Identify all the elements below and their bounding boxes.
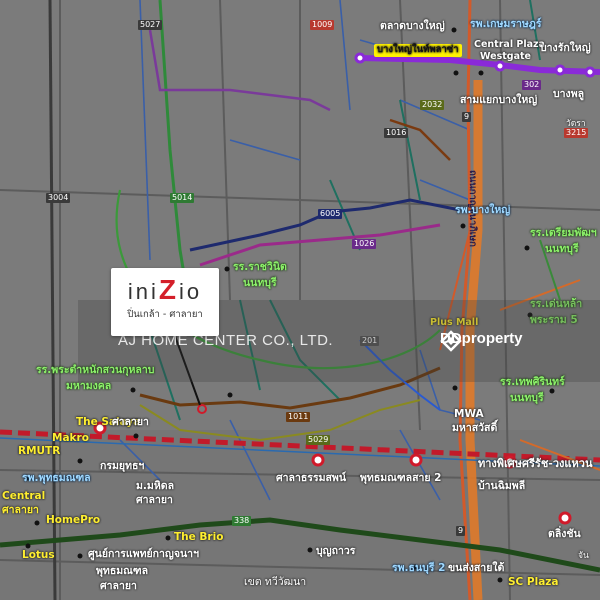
label-phra-tamnak-1: รร.พระตำหนักสวนกุหลาบ <box>36 364 155 376</box>
label-southern-bus-terminal: ขนส่งสายใต้ <box>448 562 505 574</box>
label-expressway: ทางพิเศษศรีรัช-วงแหวน <box>478 457 593 470</box>
route-1011-shield: 1011 <box>286 412 311 423</box>
label-phuttamonthon-hospital: รพ.พุทธมณฑล <box>22 472 91 484</box>
label-taling-chan: ตลิ่งชัน <box>548 528 581 540</box>
label-ratchawinit-1: รร.ราชวินิต <box>233 261 287 273</box>
map[interactable]: 5027 1009 1016 2032 3004 5014 6005 1026 … <box>0 0 600 600</box>
route-3004-shield: 3004 <box>46 193 71 204</box>
project-logo-subtitle: ปิ่นเกล้า - ศาลายา <box>127 309 203 320</box>
label-sc-plaza: SC Plaza <box>508 576 559 588</box>
label-thepsirin-1: รร.เทพศิรินทร์ <box>500 376 565 388</box>
label-bang-yai-intl: บางใหญ่ในท์พลาซ่า <box>374 44 462 57</box>
label-the-brio: The Brio <box>174 531 224 543</box>
label-kasemrad: รพ.เกษมราษฎร์ <box>470 18 542 30</box>
route-9-shield-south: 9 <box>456 526 466 537</box>
label-krom-yutha: กรมยุทธฯ <box>100 460 145 472</box>
label-triam-2: นนทบุรี <box>545 243 579 255</box>
taling-chan-station-marker <box>558 511 572 525</box>
label-wat-rat: วัดรา <box>566 119 586 129</box>
label-bang-phlu: บางพลู <box>553 88 585 100</box>
route-1016-shield: 1016 <box>384 128 409 139</box>
sala-thammasop-station-marker <box>311 453 325 467</box>
label-sala-thammasop: ศาลาธรรมสพน์ <box>276 472 347 484</box>
route-5029-shield: 5029 <box>306 435 331 446</box>
label-chan: จัน <box>578 551 589 561</box>
label-talat-bang-yai: ตลาดบางใหญ่ <box>380 20 445 32</box>
mrt-bang-yai-marker <box>354 52 366 64</box>
ddproperty-logo-icon <box>440 330 462 352</box>
mrt-bang-rak-yai-marker <box>554 64 566 76</box>
route-1009-shield: 1009 <box>310 20 335 31</box>
label-medical-3: ศาลายา <box>100 580 137 592</box>
label-lotus: Lotus <box>22 549 55 561</box>
label-phutthamonthon-sai-2: พุทธมณฑลสาย 2 <box>360 472 442 484</box>
route-1026-shield: 1026 <box>352 239 377 250</box>
label-makro: Makro <box>52 432 89 444</box>
label-mwa-1: MWA <box>454 408 484 420</box>
project-logo[interactable]: iniZio ปิ่นเกล้า - ศาลายา <box>111 268 219 336</box>
label-phra-tamnak-2: มหามงคล <box>66 380 112 392</box>
label-ratchawinit-2: นนทบุรี <box>243 277 277 289</box>
label-mahidol-1: ม.มหิดล <box>136 480 175 492</box>
label-salaya: ศาลายา <box>112 416 149 428</box>
label-mahidol-2: ศาลายา <box>136 494 173 506</box>
label-hosp-bang-yai: รพ.บางใหญ่ <box>455 204 511 216</box>
label-rmutr: RMUTR <box>18 445 61 457</box>
ddproperty-watermark: DDproperty <box>440 330 523 352</box>
route-2032-shield: 2032 <box>420 100 445 111</box>
label-ban-chim-phli: บ้านฉิมพลี <box>478 480 526 492</box>
label-central-salaya-2: ศาลายา <box>2 504 39 516</box>
label-thonburi-2-hospital: รพ.ธนบุรี 2 <box>392 562 446 574</box>
route-338-shield: 338 <box>232 516 252 527</box>
label-medical-1: ศูนย์การแพทย์กาญจนาฯ <box>88 548 199 560</box>
phutthamonthon-2-station-marker <box>409 453 423 467</box>
label-bang-rak-yai: บางรักใหญ่ <box>540 42 591 54</box>
route-9-shield-north: 9 <box>462 112 472 123</box>
route-5014-shield: 5014 <box>170 193 195 204</box>
mrt-samyaek-marker <box>494 60 506 72</box>
label-thepsirin-2: นนทบุรี <box>510 392 544 404</box>
label-district-thawi-watthana: เขต ทวีวัฒนา <box>244 576 307 588</box>
label-homepro: HomePro <box>46 514 101 526</box>
project-location-marker <box>197 404 207 414</box>
label-mwa-2: มหาสวัสดิ์ <box>452 422 498 434</box>
label-central-westgate-2: Westgate <box>480 51 531 62</box>
label-medical-2: พุทธมณฑล <box>96 565 149 577</box>
route-5027-shield: 5027 <box>138 20 163 31</box>
route-302-shield: 302 <box>522 80 542 91</box>
label-central-salaya-1: Central <box>2 490 46 502</box>
label-bunthawon: บุญถาวร <box>316 545 356 557</box>
label-samyaek-bang-yai: สามแยกบางใหญ่ <box>460 94 538 106</box>
route-6005-shield: 6005 <box>318 209 343 220</box>
mrt-bang-phlu-marker <box>584 66 596 78</box>
project-logo-brand: iniZio <box>127 274 203 305</box>
label-triam-1: รร.เตรียมพัฒฯ <box>530 227 597 239</box>
label-central-westgate-1: Central Plaza <box>474 39 545 50</box>
